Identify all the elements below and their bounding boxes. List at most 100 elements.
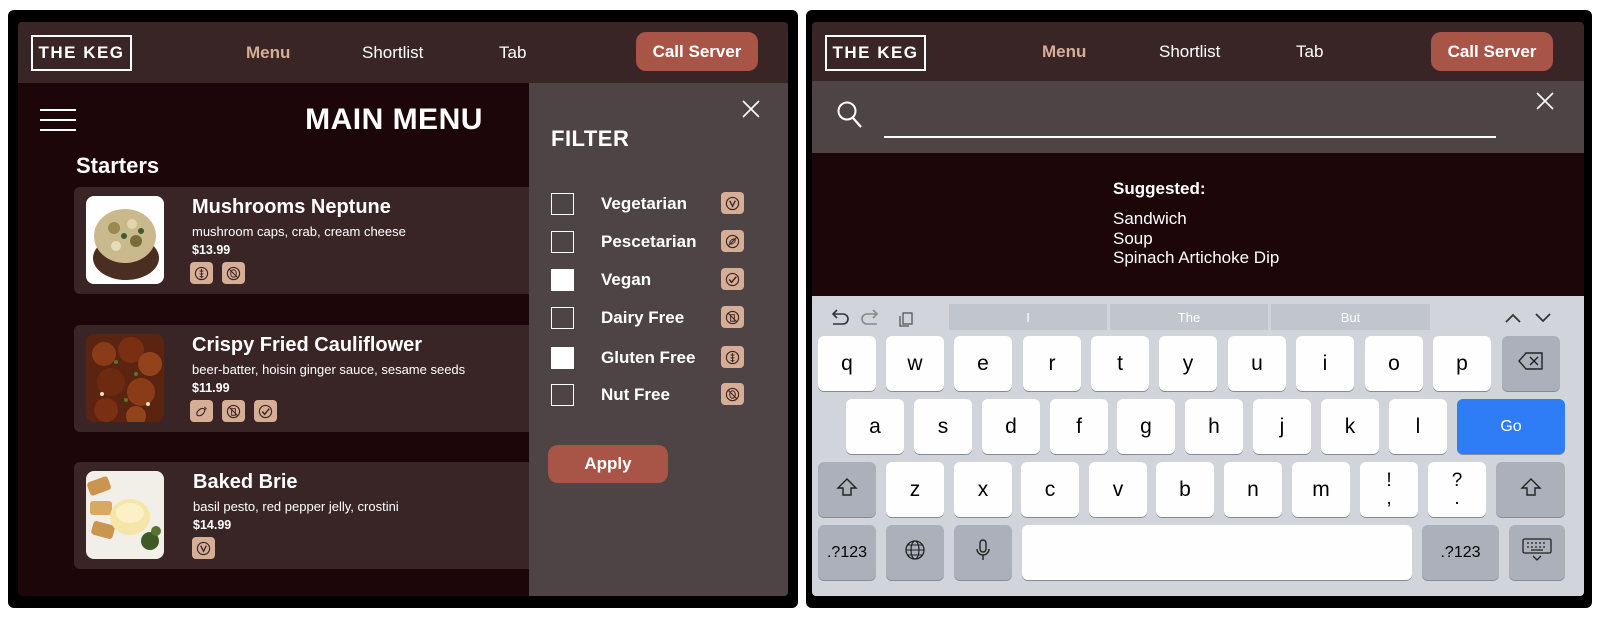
key-t[interactable]: t	[1091, 336, 1149, 391]
top-nav-bar: THE KEG Menu Shortlist Tab Call Server	[18, 22, 788, 83]
clipboard-icon[interactable]	[896, 308, 918, 328]
nav-tab[interactable]: Tab	[499, 22, 526, 83]
undo-icon[interactable]	[828, 308, 850, 328]
globe-key[interactable]	[886, 525, 944, 580]
prediction-1[interactable]: I	[949, 304, 1107, 330]
key-v[interactable]: v	[1089, 462, 1147, 517]
redo-icon[interactable]	[860, 308, 882, 328]
suggestion-item[interactable]: Sandwich	[1113, 209, 1279, 229]
key-r[interactable]: r	[1023, 336, 1081, 391]
hamburger-icon[interactable]	[40, 109, 76, 131]
key-y[interactable]: y	[1159, 336, 1217, 391]
prediction-3[interactable]: But	[1271, 304, 1430, 330]
key-o[interactable]: o	[1365, 336, 1423, 391]
numbers-key-right[interactable]: .?123	[1422, 525, 1499, 580]
close-icon[interactable]	[740, 98, 762, 120]
dairy-free-icon	[721, 306, 744, 328]
filter-option-vegan[interactable]: Vegan	[551, 267, 749, 293]
nav-tab[interactable]: Tab	[1296, 22, 1323, 81]
filter-option-gluten-free[interactable]: Gluten Free	[551, 345, 749, 371]
key-q[interactable]: q	[818, 336, 876, 391]
apply-button[interactable]: Apply	[548, 445, 668, 483]
key-exclamation-comma[interactable]: !,	[1360, 462, 1418, 517]
chevron-up-icon[interactable]	[1502, 308, 1524, 328]
keg-logo[interactable]: THE KEG	[825, 35, 926, 71]
close-icon[interactable]	[1534, 90, 1556, 112]
pescetarian-icon	[721, 230, 744, 252]
key-u[interactable]: u	[1228, 336, 1286, 391]
nav-shortlist[interactable]: Shortlist	[362, 22, 423, 83]
backspace-key[interactable]	[1502, 336, 1560, 391]
key-n[interactable]: n	[1224, 462, 1282, 517]
key-j[interactable]: j	[1253, 399, 1311, 454]
space-key[interactable]	[1022, 525, 1412, 580]
shift-key-left[interactable]	[818, 462, 876, 517]
key-h[interactable]: h	[1185, 399, 1243, 454]
menu-item-crispy-fried-cauliflower[interactable]: Crispy Fried Cauliflower beer-batter, ho…	[74, 325, 534, 432]
call-server-button[interactable]: Call Server	[1431, 32, 1553, 71]
menu-area: MAIN MENU Starters Mushrooms Neptune mus…	[18, 83, 788, 596]
nav-menu[interactable]: Menu	[1042, 22, 1086, 81]
key-m[interactable]: m	[1292, 462, 1350, 517]
filter-option-nut-free[interactable]: Nut Free	[551, 382, 749, 408]
key-g[interactable]: g	[1117, 399, 1175, 454]
key-f[interactable]: f	[1050, 399, 1108, 454]
key-k[interactable]: k	[1321, 399, 1379, 454]
search-icon[interactable]	[836, 100, 864, 130]
key-e[interactable]: e	[954, 336, 1012, 391]
suggestion-item[interactable]: Spinach Artichoke Dip	[1113, 248, 1279, 268]
item-price: $14.99	[193, 518, 232, 532]
key-i[interactable]: i	[1296, 336, 1354, 391]
key-lower-char: .	[1454, 487, 1460, 509]
key-z[interactable]: z	[886, 462, 944, 517]
cauliflower-photo	[86, 334, 164, 422]
key-p[interactable]: p	[1433, 336, 1491, 391]
shift-icon	[1519, 477, 1542, 503]
key-w[interactable]: w	[886, 336, 944, 391]
key-d[interactable]: d	[982, 399, 1040, 454]
nav-shortlist[interactable]: Shortlist	[1159, 22, 1220, 81]
suggested-title: Suggested:	[1113, 179, 1206, 198]
checkbox-checked[interactable]	[551, 269, 574, 291]
filter-label: Dairy Free	[601, 308, 685, 327]
filter-option-pescetarian[interactable]: Pescetarian	[551, 229, 749, 255]
key-s[interactable]: s	[914, 399, 972, 454]
checkbox[interactable]	[551, 384, 574, 406]
filter-label: Pescetarian	[601, 232, 697, 251]
nut-free-icon	[721, 383, 744, 405]
checkbox[interactable]	[551, 307, 574, 329]
keg-logo[interactable]: THE KEG	[31, 35, 132, 71]
checkbox[interactable]	[551, 231, 574, 253]
go-key[interactable]: Go	[1457, 399, 1565, 454]
filter-label: Gluten Free	[601, 348, 696, 367]
prediction-2[interactable]: The	[1110, 304, 1268, 330]
nav-menu[interactable]: Menu	[246, 22, 290, 83]
key-c[interactable]: c	[1021, 462, 1079, 517]
numbers-key-left[interactable]: .?123	[818, 525, 876, 580]
pescetarian-icon	[190, 400, 213, 422]
shift-key-right[interactable]	[1496, 462, 1565, 517]
checkbox-checked[interactable]	[551, 347, 574, 369]
menu-item-mushrooms-neptune[interactable]: Mushrooms Neptune mushroom caps, crab, c…	[74, 187, 534, 294]
key-l[interactable]: l	[1389, 399, 1447, 454]
hide-keyboard-key[interactable]	[1509, 525, 1565, 580]
checkbox[interactable]	[551, 193, 574, 215]
key-a[interactable]: a	[846, 399, 904, 454]
filter-panel: FILTER Vegetarian Pescetarian Vegan Dair…	[529, 83, 788, 596]
key-x[interactable]: x	[954, 462, 1012, 517]
suggestion-item[interactable]: Soup	[1113, 229, 1279, 249]
call-server-button[interactable]: Call Server	[636, 32, 758, 71]
filter-option-dairy-free[interactable]: Dairy Free	[551, 305, 749, 331]
item-name: Baked Brie	[193, 471, 298, 493]
filter-option-vegetarian[interactable]: Vegetarian	[551, 191, 749, 217]
key-b[interactable]: b	[1156, 462, 1214, 517]
key-question-period[interactable]: ?.	[1428, 462, 1486, 517]
item-name: Crispy Fried Cauliflower	[192, 334, 423, 356]
microphone-icon	[974, 538, 992, 568]
chevron-down-icon[interactable]	[1532, 308, 1554, 328]
filter-label: Nut Free	[601, 385, 670, 404]
dictation-key[interactable]	[954, 525, 1012, 580]
search-input[interactable]	[884, 101, 1496, 133]
menu-item-baked-brie[interactable]: Baked Brie basil pesto, red pepper jelly…	[74, 462, 534, 569]
vegan-icon	[254, 400, 277, 422]
